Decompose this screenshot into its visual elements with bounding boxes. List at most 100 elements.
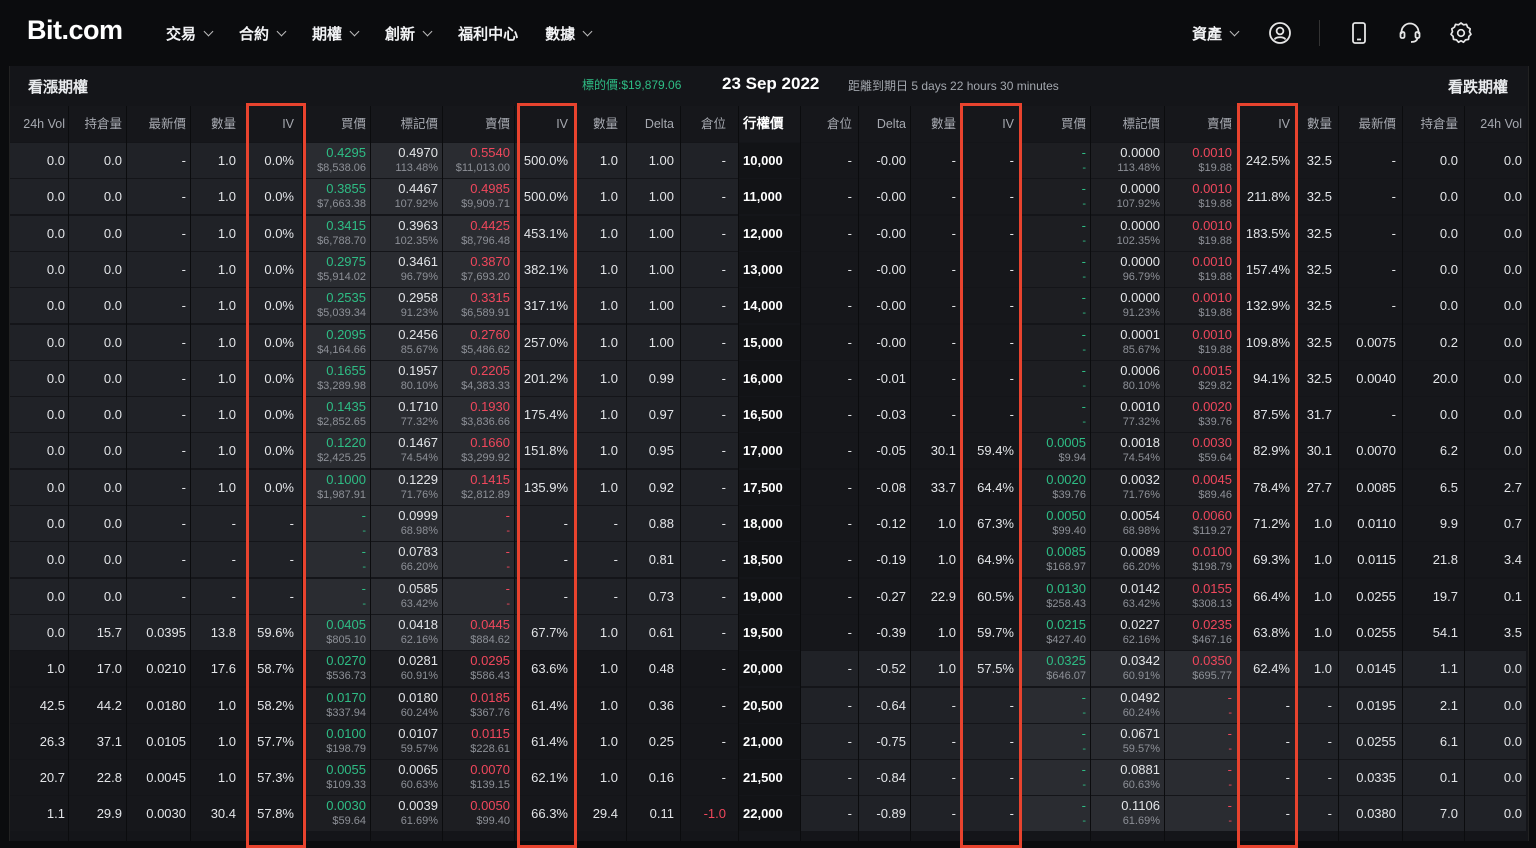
- put-bid-cell[interactable]: 0.0005 $9.94: [1026, 433, 1086, 469]
- mobile-icon[interactable]: [1347, 21, 1371, 45]
- table-row[interactable]: 0.0 0.0-1.0 0.0% 0.2535 $5,039.34 0.2958 91.23…: [10, 288, 1526, 324]
- header-call-24h-vol[interactable]: 24h Vol: [10, 106, 65, 142]
- put-mark-cell[interactable]: 0.0000 113.48%: [1094, 143, 1160, 179]
- put-mark-cell[interactable]: 0.0006 80.10%: [1094, 361, 1160, 397]
- table-row[interactable]: 0.0 15.7 0.0395 13.8 59.6% 0.0405 $805.10 0.041…: [10, 614, 1526, 651]
- put-mark-cell[interactable]: 0.0000 96.79%: [1094, 252, 1160, 288]
- put-bid-cell[interactable]: --: [1026, 397, 1086, 433]
- call-bid-cell[interactable]: 0.1000 $1,987.91: [306, 470, 366, 506]
- call-ask-cell[interactable]: 0.2760 $5,486.62: [444, 325, 510, 361]
- call-mark-cell[interactable]: 0.0180 60.24%: [372, 688, 438, 724]
- call-ask-cell[interactable]: 0.3870 $7,693.20: [444, 252, 510, 288]
- call-mark-cell[interactable]: 0.4970 113.48%: [372, 143, 438, 179]
- gear-icon[interactable]: [1449, 21, 1473, 45]
- table-row[interactable]: 1.0 17.0 0.0210 17.6 58.7% 0.0270 $536.73 0.028…: [10, 651, 1526, 687]
- header-put-ask-iv[interactable]: IV: [1242, 106, 1290, 142]
- put-bid-cell[interactable]: --: [1026, 760, 1086, 796]
- call-ask-cell[interactable]: 0.0185 $367.76: [444, 688, 510, 724]
- call-ask-cell[interactable]: 0.0295 $586.43: [444, 651, 510, 687]
- headset-support-icon[interactable]: [1398, 21, 1422, 45]
- call-ask-cell[interactable]: 0.0445 $884.62: [444, 615, 510, 651]
- put-mark-cell[interactable]: 0.0018 74.54%: [1094, 433, 1160, 469]
- header-put-ask[interactable]: 賣價: [1168, 106, 1232, 142]
- table-row[interactable]: 0.0 0.0 - 1.0 0.0% 0.4295 $8,538.06 0.4970 113.4…: [10, 143, 1526, 179]
- nav-item-0[interactable]: 交易: [166, 23, 214, 44]
- put-bid-cell[interactable]: --: [1026, 252, 1086, 288]
- put-mark-cell[interactable]: 0.0000 102.35%: [1094, 216, 1160, 252]
- put-bid-cell[interactable]: --: [1026, 361, 1086, 397]
- call-ask-cell[interactable]: 0.2205 $4,383.33: [444, 361, 510, 397]
- header-call-mark[interactable]: 標記價: [372, 106, 438, 142]
- nav-item-3[interactable]: 創新: [385, 23, 433, 44]
- put-mark-cell[interactable]: 0.0000 107.92%: [1094, 179, 1160, 215]
- table-row[interactable]: 0.0 0.0-1.0 0.0% 0.1655 $3,289.98 0.1957 80.10…: [10, 360, 1526, 397]
- table-row[interactable]: 0.0 0.0-1.0 0.0% 0.1000 $1,987.91 0.1229 71.76…: [10, 469, 1526, 506]
- put-ask-cell[interactable]: 0.0010 $19.88: [1168, 288, 1232, 324]
- table-row[interactable]: 0.0 0.0-1.0 0.0% 0.3855 $7,663.38 0.4467 107.9…: [10, 179, 1526, 215]
- call-mark-cell[interactable]: 0.1229 71.76%: [372, 470, 438, 506]
- call-mark-cell[interactable]: 0.1710 77.32%: [372, 397, 438, 433]
- call-ask-cell[interactable]: --: [444, 542, 510, 578]
- call-ask-cell[interactable]: --: [444, 579, 510, 615]
- table-row[interactable]: 0.0 0.0-1.0 0.0% 0.2975 $5,914.02 0.3461 96.79…: [10, 251, 1526, 288]
- call-mark-cell[interactable]: 0.0039 61.69%: [372, 796, 438, 832]
- table-row[interactable]: 0.0 0.0- - - - -0.0783 66.20% - - - -0.81-18,500- -…: [10, 542, 1526, 578]
- table-row[interactable]: 0.0 0.0-1.0 0.0% 0.1435 $2,852.65 0.1710 77.32…: [10, 397, 1526, 433]
- call-mark-cell[interactable]: 0.0418 62.16%: [372, 615, 438, 651]
- call-bid-cell[interactable]: 0.4295 $8,538.06: [306, 143, 366, 179]
- nav-item-5[interactable]: 數據: [545, 23, 593, 44]
- call-bid-cell[interactable]: --: [306, 506, 366, 542]
- header-call-bid-iv[interactable]: IV: [248, 106, 294, 142]
- put-bid-cell[interactable]: 0.0325 $646.07: [1026, 651, 1086, 687]
- call-ask-cell[interactable]: --: [444, 506, 510, 542]
- table-row[interactable]: 0.0 0.0- - - - -0.0999 68.98% - - - -0.88-18,000- -…: [10, 506, 1526, 542]
- user-icon[interactable]: [1268, 21, 1292, 45]
- call-bid-cell[interactable]: 0.0030 $59.64: [306, 796, 366, 832]
- header-call-ask-size[interactable]: 數量: [580, 106, 618, 142]
- header-call-bid-size[interactable]: 數量: [192, 106, 236, 142]
- header-call-open-interest[interactable]: 持倉量: [70, 106, 122, 142]
- put-bid-cell[interactable]: 0.0050 $99.40: [1026, 506, 1086, 542]
- header-put-ask-size[interactable]: 數量: [1300, 106, 1332, 142]
- call-ask-cell[interactable]: 0.1660 $3,299.92: [444, 433, 510, 469]
- call-bid-cell[interactable]: 0.0405 $805.10: [306, 615, 366, 651]
- put-ask-cell[interactable]: 0.0045 $89.46: [1168, 470, 1232, 506]
- call-mark-cell[interactable]: 0.2958 91.23%: [372, 288, 438, 324]
- header-put-delta[interactable]: Delta: [862, 106, 906, 142]
- put-bid-cell[interactable]: --: [1026, 143, 1086, 179]
- call-bid-cell[interactable]: 0.0270 $536.73: [306, 651, 366, 687]
- call-mark-cell[interactable]: 0.2456 85.67%: [372, 325, 438, 361]
- call-ask-cell[interactable]: 0.4985 $9,909.71: [444, 179, 510, 215]
- put-mark-cell[interactable]: 0.0142 63.42%: [1094, 579, 1160, 615]
- call-mark-cell[interactable]: 0.3963 102.35%: [372, 216, 438, 252]
- put-ask-cell[interactable]: 0.0010 $19.88: [1168, 143, 1232, 179]
- put-ask-cell[interactable]: --: [1168, 796, 1232, 832]
- put-mark-cell[interactable]: 0.0671 59.57%: [1094, 724, 1160, 760]
- put-ask-cell[interactable]: 0.0155 $308.13: [1168, 579, 1232, 615]
- put-mark-cell[interactable]: 0.0054 68.98%: [1094, 506, 1160, 542]
- put-ask-cell[interactable]: 0.0010 $19.88: [1168, 252, 1232, 288]
- call-ask-cell[interactable]: 0.1415 $2,812.89: [444, 470, 510, 506]
- table-row[interactable]: 1.1 29.9 0.0030 30.4 57.8% 0.0030 $59.64 0.0039…: [10, 796, 1526, 832]
- put-ask-cell[interactable]: 0.0350 $695.77: [1168, 651, 1232, 687]
- header-put-24h-vol[interactable]: 24h Vol: [1468, 106, 1522, 142]
- logo[interactable]: Bit.com: [27, 15, 123, 46]
- call-ask-cell[interactable]: 0.3315 $6,589.91: [444, 288, 510, 324]
- header-call-last-price[interactable]: 最新價: [128, 106, 186, 142]
- call-ask-cell[interactable]: 0.0070 $139.15: [444, 760, 510, 796]
- assets-menu[interactable]: 資產: [1192, 23, 1240, 44]
- put-ask-cell[interactable]: 0.0010 $19.88: [1168, 216, 1232, 252]
- header-put-bid-size[interactable]: 數量: [912, 106, 956, 142]
- put-bid-cell[interactable]: 0.0215 $427.40: [1026, 615, 1086, 651]
- call-bid-cell[interactable]: 0.3855 $7,663.38: [306, 179, 366, 215]
- table-row[interactable]: 42.5 44.2 0.0180 1.0 58.2% 0.0170 $337.94 0.018…: [10, 687, 1526, 724]
- nav-item-2[interactable]: 期權: [312, 23, 360, 44]
- nav-item-4[interactable]: 福利中心: [458, 23, 518, 44]
- call-bid-cell[interactable]: 0.1220 $2,425.25: [306, 433, 366, 469]
- header-call-ask-iv[interactable]: IV: [520, 106, 568, 142]
- put-ask-cell[interactable]: --: [1168, 688, 1232, 724]
- header-put-position[interactable]: 倉位: [806, 106, 852, 142]
- call-ask-cell[interactable]: 0.4425 $8,796.48: [444, 216, 510, 252]
- put-mark-cell[interactable]: 0.0001 85.67%: [1094, 325, 1160, 361]
- put-mark-cell[interactable]: 0.0010 77.32%: [1094, 397, 1160, 433]
